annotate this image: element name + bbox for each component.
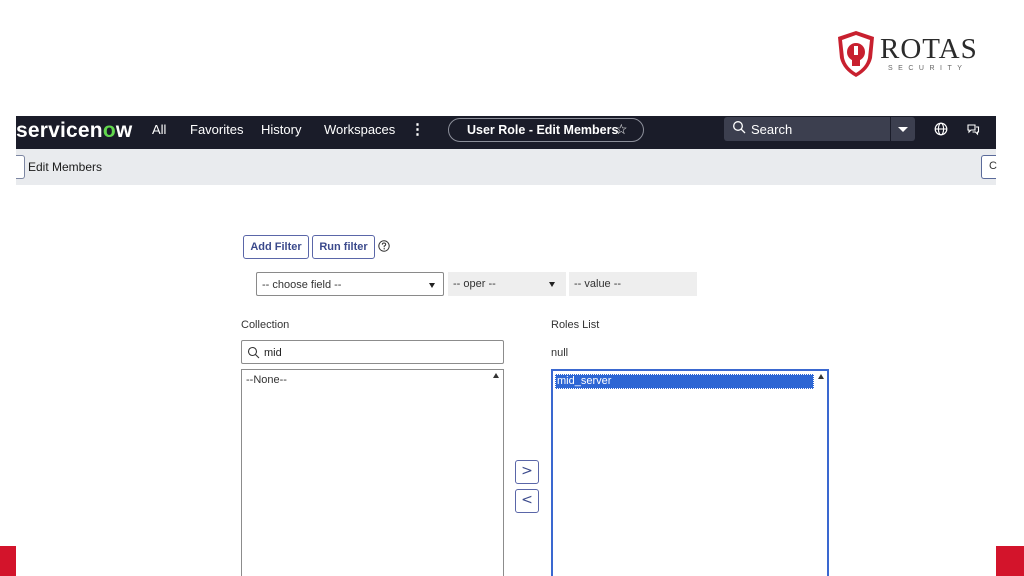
rotas-logo: ROTAS SECURITY [836, 30, 986, 80]
list-item[interactable]: --None-- [246, 374, 287, 386]
chevron-down-icon [429, 283, 435, 288]
more-menu-icon[interactable]: ⋮ [410, 120, 425, 138]
scroll-up-arrow-icon[interactable] [818, 374, 824, 379]
nav-favorites[interactable]: Favorites [190, 122, 243, 137]
search-placeholder: Search [751, 122, 793, 137]
form-header: Edit Members C [16, 149, 997, 185]
roles-query-value: null [551, 347, 569, 359]
nav-all[interactable]: All [152, 122, 166, 137]
page-context-pill[interactable]: User Role - Edit Members ☆ [448, 118, 644, 142]
roles-list-label: Roles List [551, 319, 600, 331]
logo-sub-text: SECURITY [888, 65, 968, 72]
logo-text-part2: w [115, 119, 133, 142]
filter-field-select[interactable]: -- choose field -- [256, 272, 444, 296]
filter-field-value: -- choose field -- [262, 279, 342, 291]
filter-value-placeholder: -- value -- [574, 278, 622, 290]
page-title: Edit Members [28, 160, 103, 174]
search-scope-dropdown[interactable] [891, 117, 915, 141]
filter-value-input[interactable]: -- value -- [569, 272, 697, 296]
chat-icon[interactable] [966, 122, 980, 136]
search-icon [733, 121, 746, 134]
logo-text-o: o [102, 119, 116, 142]
run-filter-button[interactable]: Run filter [312, 235, 375, 259]
globe-icon[interactable] [934, 122, 948, 136]
shield-logo-icon [838, 31, 874, 77]
chevron-down-icon [549, 282, 555, 287]
add-to-list-button[interactable]: > [515, 460, 539, 484]
scroll-up-arrow-icon[interactable] [493, 373, 499, 378]
collection-search-value: mid [264, 347, 282, 359]
back-button[interactable] [16, 155, 25, 179]
top-nav-bar: servicenow All Favorites History Workspa… [16, 116, 996, 149]
collection-label: Collection [241, 319, 290, 331]
servicenow-logo[interactable]: servicenow [16, 119, 132, 143]
roles-listbox[interactable]: mid_server [551, 369, 829, 576]
list-item[interactable]: mid_server [555, 374, 814, 389]
header-action-label: C [989, 160, 997, 172]
decorative-red-bar [996, 546, 1024, 576]
chevron-down-icon [898, 127, 908, 132]
logo-text-part1: servicen [16, 119, 103, 142]
decorative-red-bar [0, 546, 16, 576]
logo-brand-text: ROTAS [880, 33, 978, 65]
page: ROTAS SECURITY servicenow All Favorites … [0, 0, 1024, 576]
remove-from-list-button[interactable]: < [515, 489, 539, 513]
search-icon [247, 346, 260, 359]
header-action-button[interactable]: C [981, 155, 997, 179]
favorite-star-icon[interactable]: ☆ [615, 121, 628, 138]
add-filter-button[interactable]: Add Filter [243, 235, 309, 259]
nav-history[interactable]: History [261, 122, 301, 137]
filter-operator-value: -- oper -- [453, 278, 496, 290]
global-search[interactable]: Search [724, 117, 890, 141]
filter-operator-select[interactable]: -- oper -- [448, 272, 566, 296]
nav-workspaces[interactable]: Workspaces [324, 122, 395, 137]
page-context-title: User Role - Edit Members [467, 123, 619, 137]
collection-listbox[interactable]: --None-- [241, 369, 504, 576]
help-icon[interactable] [378, 240, 390, 252]
collection-search-input[interactable]: mid [241, 340, 504, 364]
